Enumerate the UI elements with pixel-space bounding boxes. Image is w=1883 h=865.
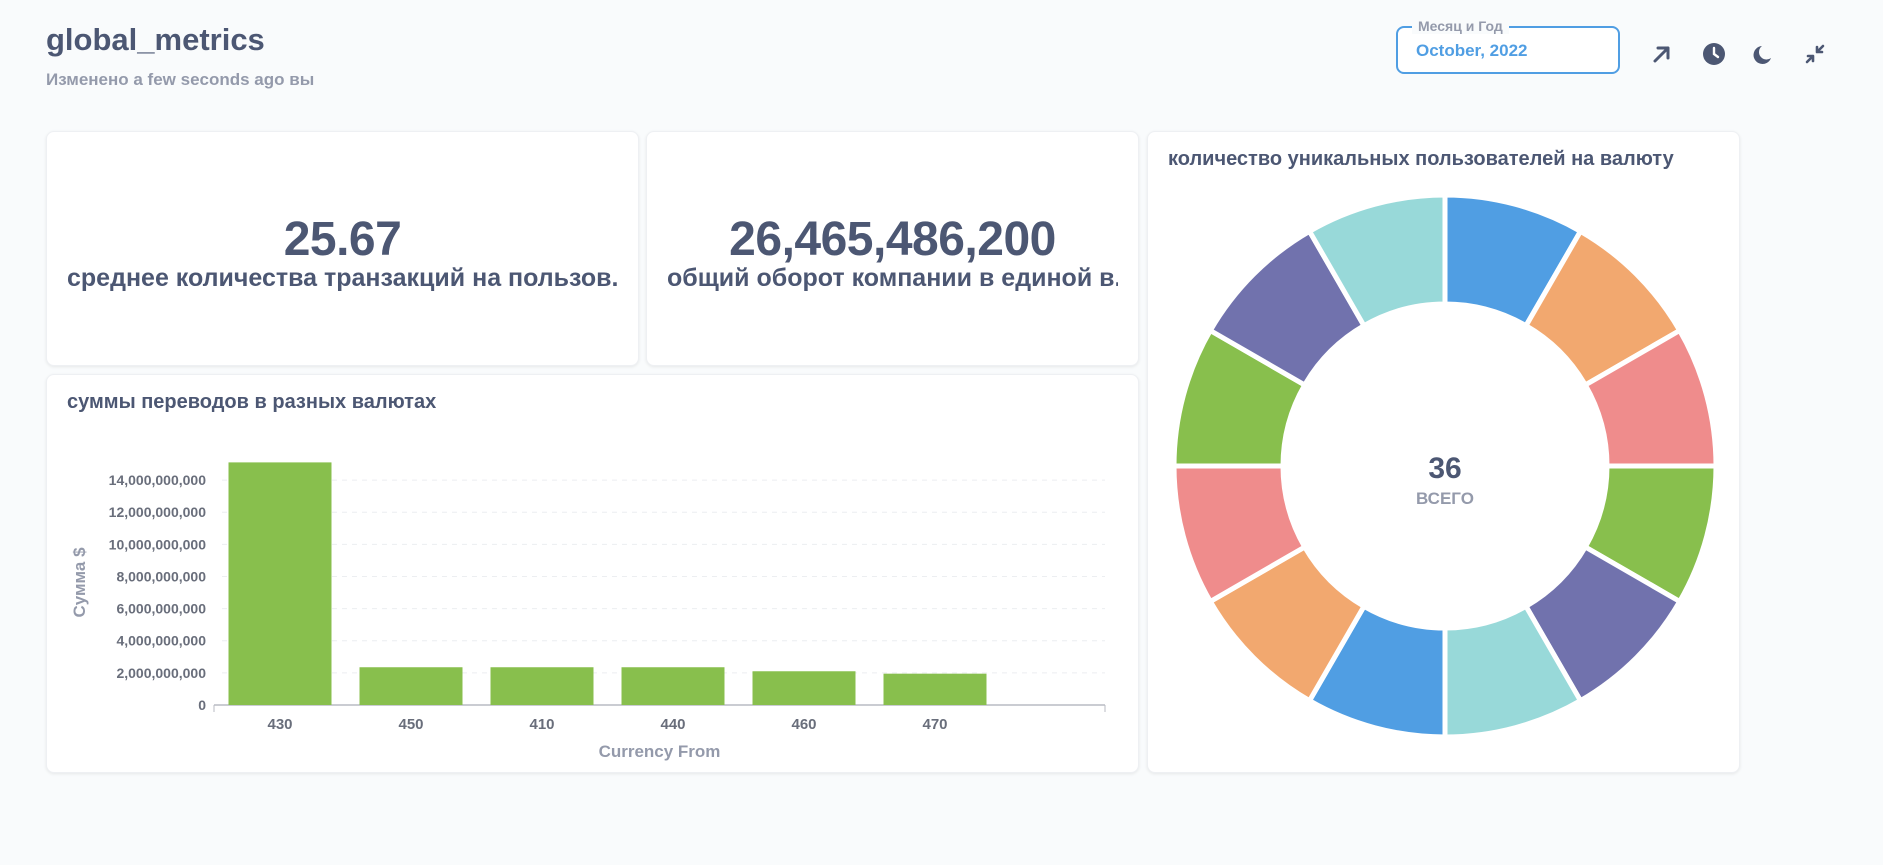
x-axis-title: Currency From (599, 742, 721, 761)
bar-chart-card[interactable]: суммы переводов в разных валютах 0 2,000,… (46, 374, 1139, 773)
y-tick-label: 14,000,000,000 (109, 472, 207, 488)
x-tick-label: 450 (398, 716, 423, 733)
bar-460[interactable] (752, 671, 856, 705)
donut-chart-card[interactable]: количество уникальных пользователей на в… (1147, 131, 1740, 773)
scalar-value: 26,465,486,200 (729, 213, 1056, 266)
filter-label: Месяц и Год (1412, 18, 1509, 34)
scalar-label: общий оборот компании в единой в... (667, 264, 1118, 292)
month-year-filter[interactable]: Месяц и Год October, 2022 (1396, 18, 1620, 74)
donut-total-value: 36 (1428, 452, 1461, 485)
scalar-value: 25.67 (283, 213, 402, 266)
y-tick-label: 8,000,000,000 (116, 568, 206, 584)
y-tick-label: 2,000,000,000 (116, 665, 206, 681)
y-tick-label: 4,000,000,000 (116, 633, 206, 649)
scalar-card-avg-transactions[interactable]: 25.67 среднее количества транзакций на п… (46, 131, 639, 366)
y-tick-label: 0 (198, 697, 206, 713)
scalar-label: среднее количества транзакций на пользов… (67, 264, 618, 292)
bar-chart: 0 2,000,000,000 4,000,000,000 6,000,000,000… (70, 462, 1106, 761)
bar-410[interactable] (490, 667, 594, 705)
x-tick-label: 460 (791, 716, 816, 733)
donut-total-label: ВСЕГО (1416, 489, 1474, 508)
x-tick-label: 430 (267, 716, 292, 733)
x-tick-label: 470 (922, 716, 947, 733)
x-tick-label: 440 (660, 716, 685, 733)
scalar-card-total-turnover[interactable]: 26,465,486,200 общий оборот компании в е… (646, 131, 1139, 366)
y-axis-title: Сумма $ (70, 547, 89, 618)
y-tick-label: 6,000,000,000 (116, 601, 206, 617)
x-tick-label: 410 (529, 716, 554, 733)
filter-value[interactable]: October, 2022 (1416, 41, 1528, 61)
moon-icon[interactable] (1750, 40, 1778, 68)
expand-arrow-icon[interactable] (1648, 40, 1676, 68)
bar-470[interactable] (883, 673, 987, 705)
dashboard-last-edited: Изменено a few seconds ago вы (46, 70, 315, 89)
donut-chart: 36 ВСЕГО (1171, 192, 1719, 740)
collapse-icon[interactable] (1801, 40, 1829, 68)
dashboard-header: global_metrics Изменено a few seconds ag… (46, 20, 314, 90)
clock-icon[interactable] (1700, 40, 1728, 68)
dashboard-title: global_metrics (46, 22, 265, 57)
bar-450[interactable] (359, 667, 463, 705)
y-tick-label: 10,000,000,000 (109, 536, 207, 552)
bar-440[interactable] (621, 667, 725, 705)
y-tick-label: 12,000,000,000 (109, 504, 207, 520)
bar-430[interactable] (228, 462, 332, 705)
